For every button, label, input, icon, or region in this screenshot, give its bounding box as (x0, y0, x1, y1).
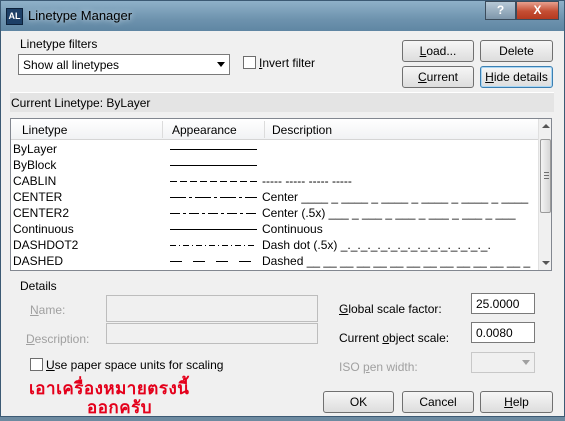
iso-pen-width-label: ISO pen width: (339, 360, 418, 374)
global-scale-value: 25.0000 (476, 297, 520, 311)
cancel-button[interactable]: Cancel (402, 391, 474, 413)
linetype-appearance-swatch (170, 149, 257, 150)
grip-line (544, 172, 549, 173)
title-bar[interactable]: AL Linetype Manager ? X (1, 1, 564, 31)
linetype-name: CABLIN (13, 174, 57, 188)
invert-filter-checkbox[interactable] (243, 56, 256, 69)
paper-space-units-checkbox[interactable] (30, 358, 43, 371)
linetype-description: Center ____ _ ____ _ ____ _ ____ _ ____ … (262, 190, 529, 204)
global-scale-label: Global scale factor: (339, 302, 442, 316)
linetype-appearance-swatch (170, 181, 257, 182)
name-field[interactable] (106, 295, 318, 322)
linetype-name: CENTER2 (13, 206, 70, 220)
linetype-name: Continuous (13, 222, 74, 236)
table-row[interactable]: CENTER2 Center (.5x) ___ _ ___ _ ___ _ __… (11, 205, 538, 221)
ok-button[interactable]: OK (323, 391, 394, 413)
column-separator (264, 121, 265, 138)
list-header: Linetype Appearance Description (11, 119, 538, 140)
list-scrollbar[interactable] (538, 119, 551, 270)
name-label: Name: (30, 303, 66, 317)
linetype-appearance-swatch (170, 213, 257, 214)
table-row[interactable]: CENTER Center ____ _ ____ _ ____ _ ____ _… (11, 189, 538, 205)
linetype-description: Dashed __ __ __ __ __ __ __ __ __ __ __ … (262, 254, 531, 268)
linetype-name: CENTER (13, 190, 63, 204)
scroll-thumb[interactable] (540, 139, 551, 213)
linetype-list[interactable]: Linetype Appearance Description ByLayer B… (10, 118, 552, 271)
linetype-filter-dropdown[interactable]: Show all linetypes (18, 54, 230, 75)
table-row[interactable]: CABLIN ----- ----- ----- ----- (11, 173, 538, 189)
load-button[interactable]: Load... (402, 40, 474, 62)
linetype-description: Continuous (262, 222, 323, 236)
scroll-up-arrow-icon[interactable] (542, 124, 550, 128)
details-group-label: Details (20, 279, 57, 293)
description-label: Description: (26, 332, 90, 346)
current-object-scale-label: Current object scale: (339, 331, 450, 345)
column-header-appearance[interactable]: Appearance (172, 123, 237, 137)
hide-details-button[interactable]: Hide details (480, 66, 553, 88)
global-scale-input[interactable]: 25.0000 (471, 293, 535, 314)
table-row[interactable]: ByBlock (11, 157, 538, 173)
linetype-description: ----- ----- ----- ----- (262, 174, 352, 188)
linetype-name: DASHED (13, 254, 64, 268)
scroll-down-arrow-icon[interactable] (542, 261, 550, 265)
description-field[interactable] (106, 323, 318, 344)
linetype-appearance-swatch (170, 229, 257, 230)
chevron-down-icon (217, 62, 225, 67)
iso-pen-width-dropdown[interactable] (471, 352, 535, 373)
linetype-appearance-swatch (170, 165, 257, 166)
linetype-manager-dialog: AL Linetype Manager ? X Linetype filters… (0, 0, 565, 418)
current-linetype-bar: Current Linetype: ByLayer (10, 92, 554, 112)
linetype-description: Center (.5x) ___ _ ___ _ ___ _ ___ _ ___… (262, 206, 516, 220)
column-header-linetype[interactable]: Linetype (22, 123, 67, 137)
chevron-down-icon (522, 360, 530, 365)
linetype-appearance-swatch (170, 261, 257, 262)
current-object-scale-value: 0.0080 (476, 326, 513, 340)
current-linetype-text: Current Linetype: ByLayer (11, 96, 151, 110)
table-row[interactable]: DASHED Dashed __ __ __ __ __ __ __ __ __ … (11, 253, 538, 269)
help-button[interactable]: Help (480, 391, 553, 413)
column-header-description[interactable]: Description (272, 123, 332, 137)
linetype-name: ByLayer (13, 142, 58, 156)
table-row[interactable]: DASHDOT2 Dash dot (.5x) _._._._._._._._._… (11, 237, 538, 253)
linetype-name: DASHDOT2 (13, 238, 79, 252)
invert-filter-label: Invert filter (259, 56, 316, 70)
grip-line (544, 178, 549, 179)
linetype-filter-value: Show all linetypes (23, 58, 120, 72)
table-row[interactable]: ByLayer (11, 141, 538, 157)
current-object-scale-input[interactable]: 0.0080 (471, 322, 535, 343)
current-button[interactable]: Current (402, 66, 474, 88)
delete-button[interactable]: Delete (480, 40, 553, 62)
help-caption-button[interactable]: ? (485, 1, 516, 20)
linetype-appearance-swatch (170, 245, 257, 246)
autocad-app-icon: AL (6, 8, 23, 25)
linetype-name: ByBlock (13, 158, 57, 172)
linetype-description: Dash dot (.5x) _._._._._._._._._._._._._… (262, 238, 491, 252)
linetype-filters-label: Linetype filters (20, 37, 98, 51)
table-row[interactable]: Continuous Continuous (11, 221, 538, 237)
window-title: Linetype Manager (28, 8, 133, 23)
column-separator (162, 121, 163, 138)
grip-line (544, 175, 549, 176)
linetype-appearance-swatch (170, 197, 257, 198)
close-button[interactable]: X (516, 1, 559, 20)
paper-space-units-label: Use paper space units for scaling (46, 358, 224, 372)
